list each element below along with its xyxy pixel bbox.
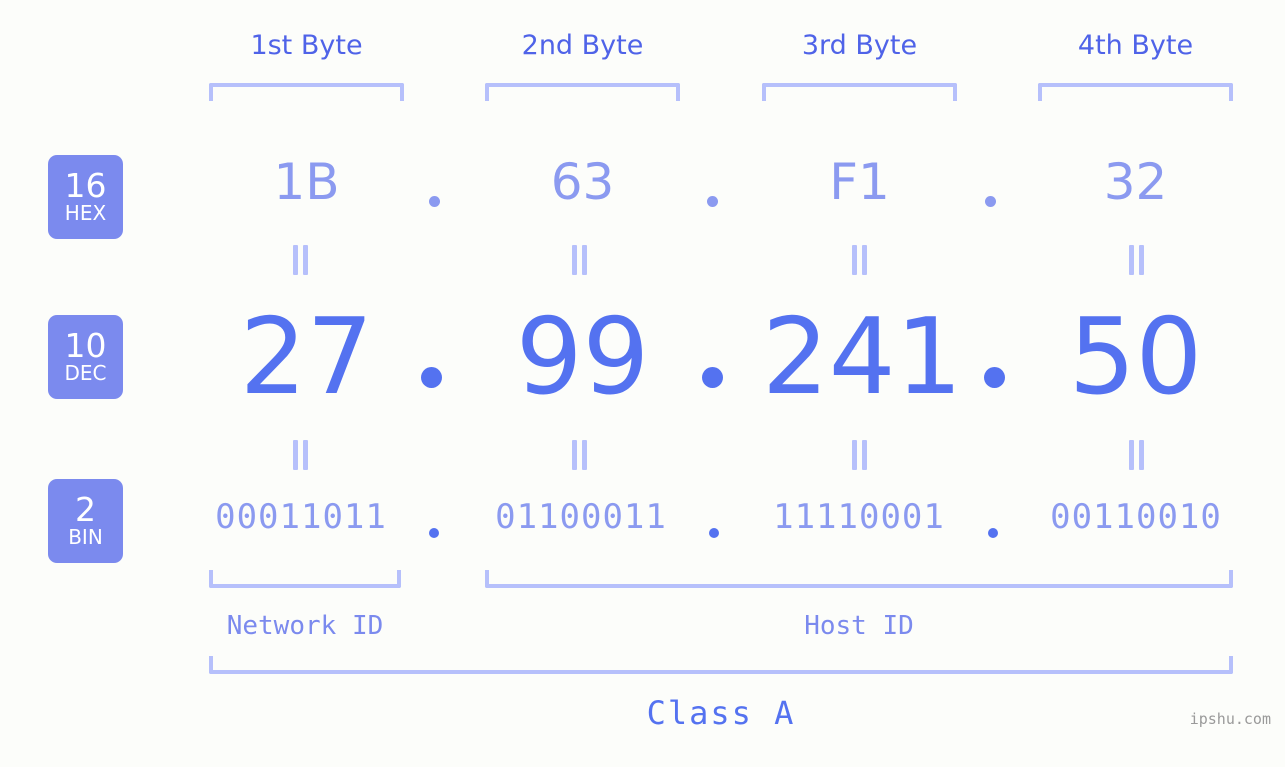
equals-mark-hex-dec-2 [571,245,589,275]
base-badge-dec-name: DEC [64,361,107,385]
host-id-label: Host ID [804,611,914,641]
class-bracket [209,656,1233,674]
equals-mark-dec-bin-3 [851,440,869,470]
dec-byte-3: 241 [762,296,963,418]
byte-header-1: 1st Byte [250,30,363,61]
base-badge-bin-name: BIN [68,525,103,549]
bin-byte-4: 00110010 [1050,497,1222,537]
base-badge-dec: 10 DEC [48,315,123,399]
hex-byte-3: F1 [829,153,890,211]
base-badge-hex-name: HEX [64,201,107,225]
hex-byte-1: 1B [273,153,340,211]
base-badge-bin-number: 2 [75,490,96,529]
hex-separator-dot-2 [707,196,718,207]
bin-separator-dot-1 [429,528,439,538]
bin-byte-1: 00011011 [215,497,387,537]
class-label: Class A [646,694,796,732]
equals-mark-hex-dec-4 [1128,245,1146,275]
bin-byte-3: 11110001 [773,497,945,537]
byte-header-3: 3rd Byte [801,30,918,61]
dec-byte-2: 99 [515,296,650,418]
network-id-label: Network ID [226,611,384,641]
equals-mark-dec-bin-1 [292,440,310,470]
bin-byte-2: 01100011 [495,497,667,537]
base-badge-bin: 2 BIN [48,479,123,563]
hex-separator-dot-3 [985,196,996,207]
base-badge-hex-number: 16 [64,166,107,205]
equals-mark-hex-dec-3 [851,245,869,275]
byte-bracket-top-1 [209,83,404,101]
bin-separator-dot-2 [709,528,719,538]
base-badge-dec-number: 10 [64,326,107,365]
dec-byte-1: 27 [239,296,374,418]
equals-mark-hex-dec-1 [292,245,310,275]
ip-breakdown-diagram: 1st Byte 2nd Byte 3rd Byte 4th Byte 16 H… [0,0,1285,767]
dec-separator-dot-3 [984,367,1005,388]
byte-header-2: 2nd Byte [521,30,644,61]
dec-byte-4: 50 [1068,296,1203,418]
byte-bracket-top-2 [485,83,680,101]
site-watermark: ipshu.com [1189,710,1271,728]
hex-byte-4: 32 [1103,153,1168,211]
equals-mark-dec-bin-2 [571,440,589,470]
host-id-bracket [485,570,1233,588]
hex-separator-dot-1 [429,196,440,207]
base-badge-hex: 16 HEX [48,155,123,239]
hex-byte-2: 63 [550,153,615,211]
network-id-bracket [209,570,401,588]
byte-bracket-top-4 [1038,83,1233,101]
dec-separator-dot-2 [702,367,723,388]
byte-header-4: 4th Byte [1077,30,1194,61]
dec-separator-dot-1 [421,367,442,388]
equals-mark-dec-bin-4 [1128,440,1146,470]
byte-bracket-top-3 [762,83,957,101]
bin-separator-dot-3 [988,528,998,538]
